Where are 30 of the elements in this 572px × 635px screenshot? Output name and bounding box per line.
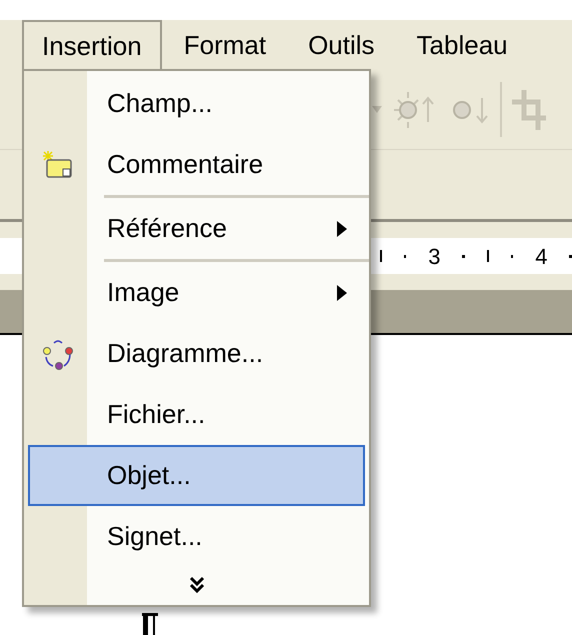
menu-bar-item[interactable]: Insertion [22, 20, 162, 70]
ruler-number: 4 [535, 242, 548, 270]
menu-item-label: Commentaire [107, 148, 264, 181]
end-mark-icon [142, 613, 160, 635]
ruler-number: 3 [428, 242, 440, 270]
cycle-diagram-icon [42, 338, 74, 370]
menu-item-label: Signet... [107, 520, 204, 553]
submenu-arrow-icon [337, 284, 347, 300]
menu-item[interactable]: Fichier... [28, 384, 365, 445]
submenu-arrow-icon [337, 220, 347, 236]
menu-bar-item[interactable]: Outils [288, 20, 395, 70]
menu-item-label: Image [107, 276, 180, 309]
dropdown-caret-icon[interactable] [372, 106, 382, 114]
menu-item-label: Champ... [107, 87, 214, 120]
menu-item-label: Objet... [107, 459, 192, 492]
menu-item[interactable]: Diagramme... [28, 323, 365, 384]
menu-item[interactable]: Signet... [28, 506, 365, 567]
menu-item[interactable]: Référence [28, 198, 365, 259]
brightness-up-icon[interactable] [392, 90, 436, 130]
menu-item-label: Diagramme... [107, 337, 264, 370]
crop-icon[interactable] [512, 90, 546, 130]
menu-item[interactable]: Commentaire [28, 134, 365, 195]
menu-item-label: Fichier... [107, 398, 206, 431]
menu-item[interactable]: Objet... [28, 445, 365, 506]
menu-bar-item[interactable]: Format [164, 20, 286, 70]
menu-item-label: Référence [107, 212, 228, 245]
expand-chevron-icon[interactable] [190, 576, 204, 594]
menu-item[interactable]: Image [28, 262, 365, 323]
note-with-sparkle-icon [42, 150, 72, 180]
menu-bar-item[interactable]: Tableau [396, 20, 528, 70]
